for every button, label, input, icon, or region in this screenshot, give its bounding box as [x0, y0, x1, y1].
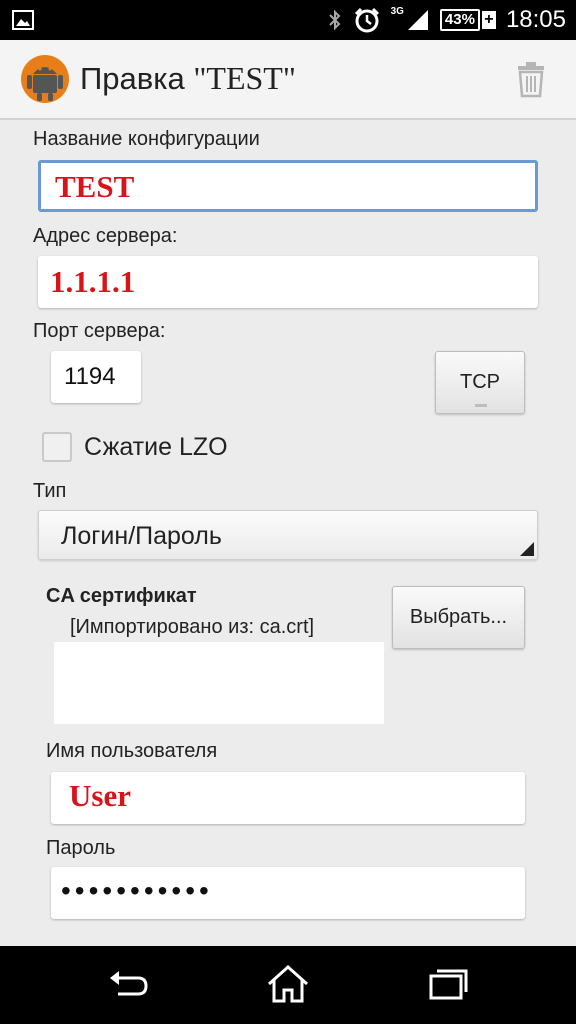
password-label: Пароль: [46, 837, 116, 859]
type-value: Логин/Пароль: [61, 522, 222, 550]
battery-icon: 43% +: [439, 9, 496, 31]
title-prefix: Правка: [80, 61, 194, 96]
username-value: User: [69, 778, 131, 813]
type-dropdown[interactable]: Логин/Пароль: [38, 510, 538, 560]
home-icon[interactable]: [266, 964, 310, 1004]
config-name-field[interactable]: TEST: [38, 160, 538, 212]
status-bar: 3G 43% + 18:05: [0, 0, 576, 40]
server-port-field[interactable]: 1194: [51, 351, 141, 403]
back-icon[interactable]: [108, 968, 150, 1002]
type-label: Тип: [33, 480, 67, 502]
ca-cert-content-area: [54, 642, 384, 724]
clock: 18:05: [505, 6, 566, 33]
config-name-value: TEST: [55, 169, 135, 204]
dropdown-arrow-icon: [520, 542, 534, 556]
nav-bar: [0, 946, 576, 1024]
image-icon: [12, 10, 34, 30]
action-bar: Правка "TEST": [0, 40, 576, 120]
config-name-label: Название конфигурации: [33, 128, 260, 150]
username-field[interactable]: User: [51, 772, 525, 824]
choose-cert-label: Выбрать...: [409, 606, 508, 628]
server-port-label: Порт сервера:: [33, 320, 166, 342]
bluetooth-icon: [328, 9, 340, 31]
app-icon[interactable]: [20, 54, 70, 104]
battery-level: 43%: [439, 9, 480, 31]
server-port-value: 1194: [64, 363, 116, 390]
server-address-value: 1.1.1.1: [50, 264, 136, 299]
server-address-field[interactable]: 1.1.1.1: [38, 256, 538, 308]
signal-icon: [407, 10, 428, 30]
alarm-icon: [354, 7, 379, 33]
page-title: Правка "TEST": [80, 60, 296, 97]
ca-cert-imported: [Импортировано из: ca.crt]: [70, 616, 315, 638]
username-label: Имя пользователя: [46, 740, 218, 762]
lzo-checkbox[interactable]: [42, 432, 72, 462]
trash-icon[interactable]: [515, 62, 547, 98]
protocol-label: TCP: [460, 371, 500, 393]
choose-cert-button[interactable]: Выбрать...: [392, 586, 525, 649]
network-type: 3G: [390, 6, 404, 17]
protocol-toggle-button[interactable]: TCP: [435, 351, 525, 414]
password-field[interactable]: •••••••••••: [51, 867, 525, 919]
recent-apps-icon[interactable]: [428, 966, 468, 1002]
password-value: •••••••••••: [61, 875, 213, 906]
lzo-label[interactable]: Сжатие LZO: [84, 433, 228, 462]
charging-icon: +: [481, 11, 496, 29]
server-address-label: Адрес сервера:: [33, 225, 178, 247]
title-name: "TEST": [193, 60, 296, 96]
toggle-indicator: [475, 404, 487, 407]
ca-cert-label: CA сертификат: [46, 585, 197, 607]
